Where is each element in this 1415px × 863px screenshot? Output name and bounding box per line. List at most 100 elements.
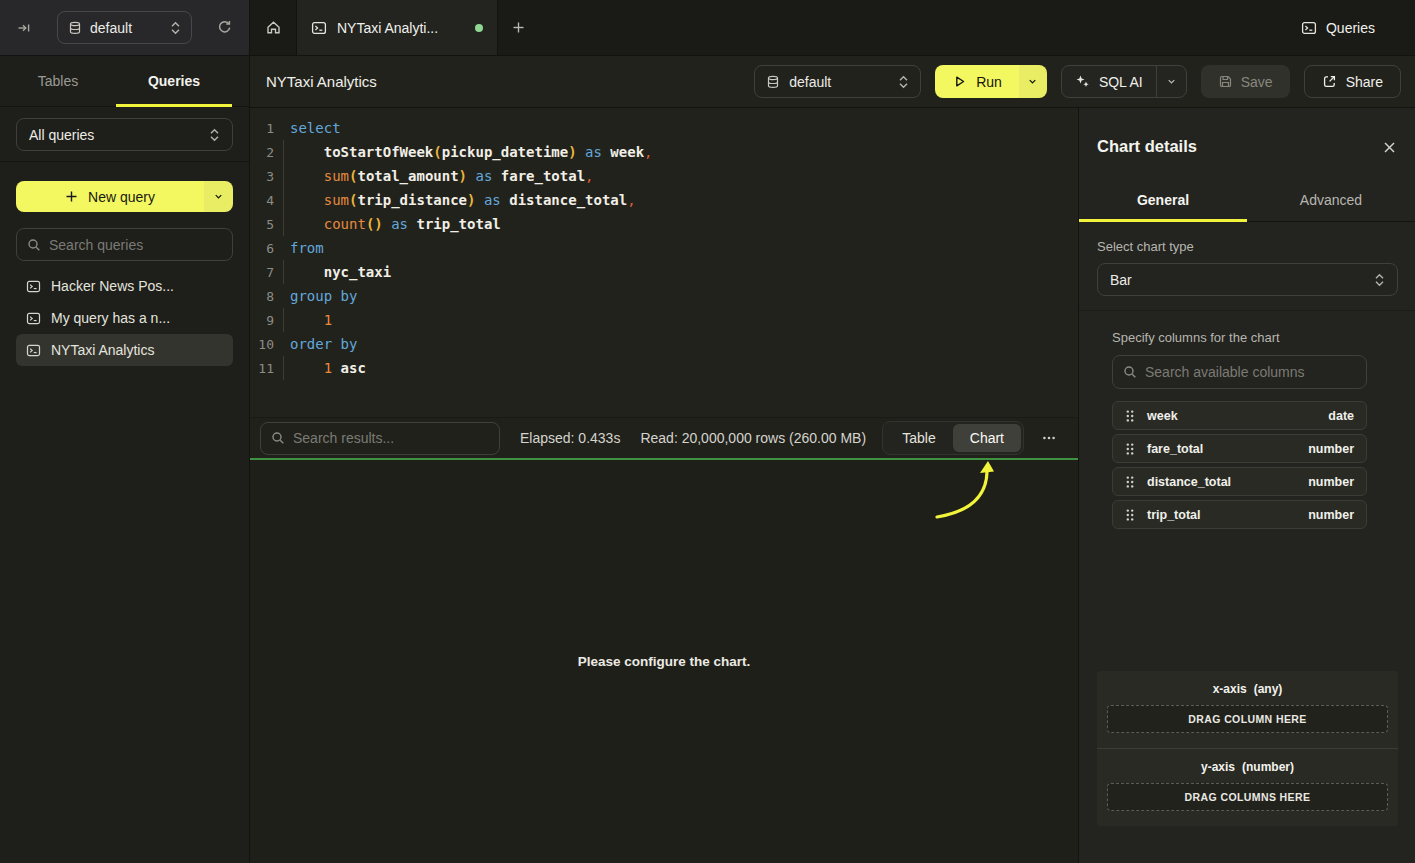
drag-handle-icon[interactable] (1125, 508, 1135, 522)
code-line[interactable]: 10 order by (250, 332, 1078, 356)
view-tab-chart[interactable]: Chart (953, 424, 1021, 452)
column-row[interactable]: distance_total number (1112, 467, 1367, 496)
results-toolbar: Elapsed: 0.433s Read: 20,000,000 rows (2… (250, 417, 1078, 460)
home-button[interactable] (250, 0, 296, 55)
toolbar-database-selector[interactable]: default (754, 65, 921, 98)
column-row[interactable]: weekdate (1112, 401, 1367, 430)
tab-advanced[interactable]: Advanced (1247, 178, 1415, 221)
column-type: number (1308, 442, 1354, 456)
code-line[interactable]: 6from (250, 236, 1078, 260)
query-list-item[interactable]: Hacker News Pos... (16, 270, 233, 302)
code-text: sum(trip_distance) as distance_total, (290, 192, 636, 208)
database-icon (68, 21, 82, 35)
column-row[interactable]: fare_totalnumber (1112, 434, 1367, 463)
sql-editor[interactable]: 1select2 toStartOfWeek(pickup_datetime) … (250, 108, 1078, 417)
column-name: distance_total (1147, 475, 1296, 489)
code-line[interactable]: 1select (250, 116, 1078, 140)
line-number: 7 (250, 265, 274, 280)
drag-handle-icon[interactable] (1125, 409, 1135, 423)
new-query-caret[interactable] (204, 181, 233, 212)
search-icon (271, 431, 285, 445)
drag-handle-icon[interactable] (1125, 475, 1135, 489)
more-options-icon[interactable] (1036, 430, 1062, 446)
sql-console-app: default NYTaxi Analyti... (0, 0, 1415, 863)
run-button-main[interactable]: Run (935, 65, 1019, 98)
code-text: order by (290, 336, 357, 352)
sidebar: Tables Queries All queries New query (0, 56, 250, 863)
code-line[interactable]: 11 1 asc (250, 356, 1078, 380)
run-button[interactable]: Run (935, 65, 1047, 98)
code-line[interactable]: 5 count() as trip_total (250, 212, 1078, 236)
new-tab-button[interactable] (498, 0, 538, 55)
axes-config: x-axis (any) DRAG COLUMN HERE y-axis (nu… (1097, 671, 1398, 826)
workspace: NYTaxi Analytics default (250, 56, 1415, 863)
save-label: Save (1241, 74, 1273, 90)
sidebar-tab-tables[interactable]: Tables (0, 56, 116, 106)
indent-guide (283, 140, 284, 164)
new-query-button[interactable]: New query (16, 181, 233, 212)
indent-guide (283, 260, 284, 284)
chart-type-select[interactable]: Bar (1097, 263, 1398, 296)
chart-type-label: Select chart type (1097, 239, 1398, 254)
tab-general[interactable]: General (1079, 178, 1247, 221)
chart-area: Please configure the chart. (250, 460, 1078, 863)
queries-indicator[interactable]: Queries (1301, 0, 1415, 55)
query-terminal-icon (311, 20, 327, 36)
chart-type-value: Bar (1110, 272, 1374, 288)
sql-ai-main[interactable]: SQL AI (1062, 74, 1156, 90)
results-search-input[interactable] (293, 430, 489, 446)
sidebar-divider (0, 161, 249, 162)
tab-nytaxi-analytics[interactable]: NYTaxi Analyti... (296, 0, 498, 55)
sql-ai-caret[interactable] (1156, 66, 1186, 97)
database-selector[interactable]: default (57, 11, 192, 44)
share-label: Share (1346, 74, 1383, 90)
toolbar-database-value: default (789, 74, 889, 90)
chart-details-content: Select chart type Bar Specify columns fo… (1079, 222, 1415, 863)
sql-ai-button[interactable]: SQL AI (1061, 65, 1187, 98)
column-row[interactable]: trip_totalnumber (1112, 500, 1367, 529)
column-type: number (1308, 475, 1354, 489)
code-line[interactable]: 2 toStartOfWeek(pickup_datetime) as week… (250, 140, 1078, 164)
y-axis-drop-zone[interactable]: DRAG COLUMNS HERE (1107, 783, 1388, 811)
query-list-item[interactable]: NYTaxi Analytics (16, 334, 233, 366)
query-terminal-icon (26, 279, 41, 294)
code-text: from (290, 240, 324, 256)
tab-label: NYTaxi Analyti... (337, 20, 465, 36)
query-terminal-icon (26, 343, 41, 358)
columns-search-input[interactable] (1145, 364, 1356, 380)
query-filter-select[interactable]: All queries (16, 118, 233, 151)
x-axis-drop-zone[interactable]: DRAG COLUMN HERE (1107, 705, 1388, 733)
share-button[interactable]: Share (1304, 65, 1401, 98)
indent-guide (283, 356, 284, 380)
elapsed-stat: Elapsed: 0.433s (520, 430, 620, 446)
chart-details-panel: Chart details General Advanced Select ch… (1078, 108, 1415, 863)
close-icon[interactable] (1382, 140, 1397, 155)
line-number: 10 (250, 337, 274, 352)
code-line[interactable]: 4 sum(trip_distance) as distance_total, (250, 188, 1078, 212)
code-line[interactable]: 8group by (250, 284, 1078, 308)
code-line[interactable]: 3 sum(total_amount) as fare_total, (250, 164, 1078, 188)
results-search (260, 422, 500, 455)
share-icon (1322, 74, 1337, 89)
database-selector-value: default (90, 20, 162, 36)
drag-handle-icon[interactable] (1125, 442, 1135, 456)
code-line[interactable]: 9 1 (250, 308, 1078, 332)
run-label: Run (976, 74, 1002, 90)
query-list-item[interactable]: My query has a n... (16, 302, 233, 334)
collapse-sidebar-icon[interactable] (16, 20, 32, 36)
refresh-icon[interactable] (216, 19, 233, 36)
sparkles-icon (1075, 74, 1090, 89)
top-bar-left: default (0, 0, 250, 55)
y-axis-header: y-axis (number) (1107, 760, 1388, 774)
view-tab-table[interactable]: Table (885, 424, 952, 452)
page-title: NYTaxi Analytics (266, 73, 377, 90)
sidebar-tab-queries[interactable]: Queries (116, 56, 232, 106)
new-query-main[interactable]: New query (16, 181, 204, 212)
code-line[interactable]: 7 nyc_taxi (250, 260, 1078, 284)
play-icon (952, 74, 967, 89)
query-search-input[interactable] (49, 237, 222, 253)
y-axis-type: (number) (1242, 760, 1294, 774)
chart-details-title: Chart details (1097, 137, 1197, 156)
run-options-caret[interactable] (1019, 65, 1047, 98)
save-button[interactable]: Save (1201, 65, 1290, 98)
